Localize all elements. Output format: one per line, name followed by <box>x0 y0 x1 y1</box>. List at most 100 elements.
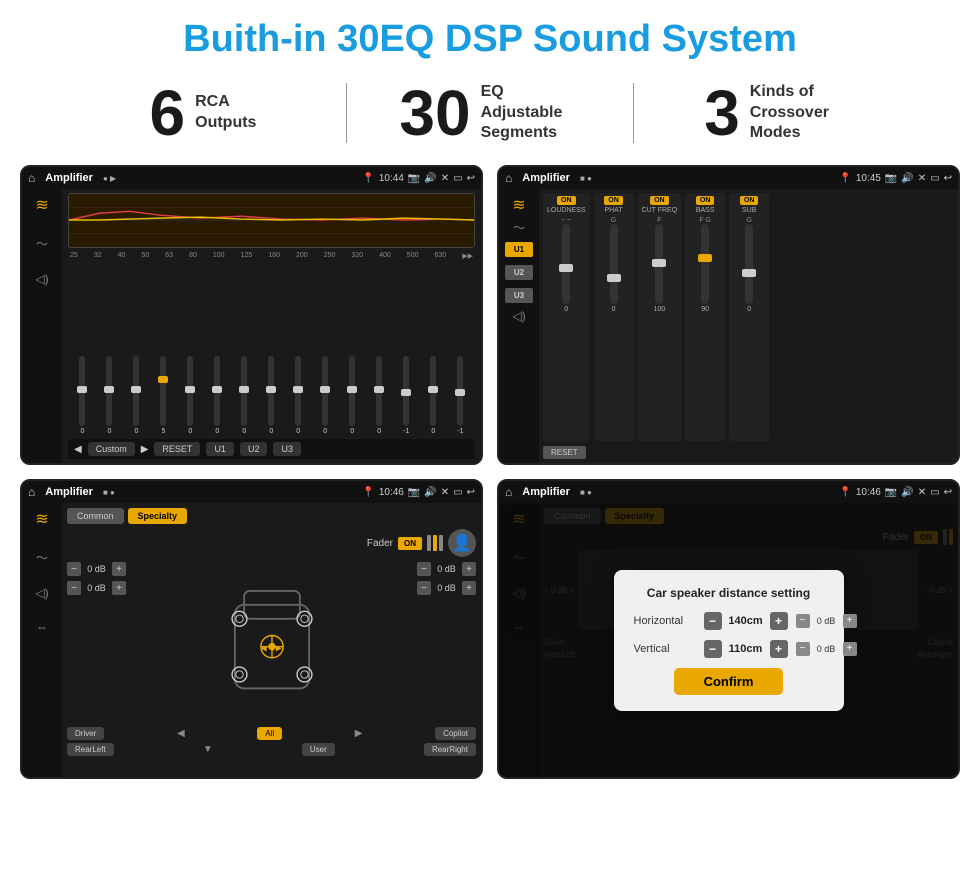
eq-slider-5: 0 <box>214 356 220 435</box>
fader-left-arrow-icon[interactable]: ◀ <box>177 728 185 739</box>
amp-cutfreq-channel: ON CUT FREQ F 100 <box>638 193 682 441</box>
eq-wave-icon[interactable]: 〜 <box>36 235 48 252</box>
fader-main: Common Specialty Fader ON 👤 <box>62 503 481 777</box>
dialog-horiz-db-plus[interactable]: + <box>843 614 857 628</box>
amp-u2-preset[interactable]: U2 <box>505 265 533 280</box>
amp-phat-on[interactable]: ON <box>604 196 623 205</box>
fader-tab-specialty[interactable]: Specialty <box>128 508 188 524</box>
svg-text:◀: ◀ <box>260 643 266 652</box>
amp-bass-on[interactable]: ON <box>696 196 715 205</box>
fader-speaker-icon[interactable]: ◁) <box>35 586 48 600</box>
dialog-location-icon: 📍 <box>839 487 851 498</box>
eq-left-sidebar: ≋ 〜 ◁) <box>22 189 62 463</box>
fader-home-icon[interactable]: ⌂ <box>28 485 35 499</box>
dialog-horizontal-label: Horizontal <box>634 615 704 627</box>
fader-on-btn[interactable]: ON <box>398 537 422 550</box>
eq-status-icons: 📍 10:44 📷 🔊 ✕ ▭ ↩ <box>362 173 475 184</box>
fader-back-icon[interactable]: ↩ <box>467 487 475 498</box>
amp-home-icon[interactable]: ⌂ <box>505 171 512 185</box>
fader-rl-plus[interactable]: + <box>112 581 126 595</box>
stat-eq-label: EQ AdjustableSegments <box>481 82 581 144</box>
dialog-confirm-button[interactable]: Confirm <box>674 668 784 695</box>
eq-tuner-icon[interactable]: ≋ <box>35 195 48 215</box>
dialog-rect-icon: ▭ <box>930 487 939 498</box>
eq-u3-btn[interactable]: U3 <box>273 442 301 456</box>
dialog-vert-db-minus[interactable]: − <box>796 642 810 656</box>
dialog-volume-icon: 🔊 <box>901 487 913 498</box>
eq-slider-0: 0 <box>79 356 85 435</box>
stat-crossover-label: Kinds ofCrossover Modes <box>750 82 850 144</box>
fader-user-btn[interactable]: User <box>302 743 335 756</box>
amp-speaker2-icon[interactable]: ◁) <box>512 309 525 323</box>
amp-reset-btn[interactable]: RESET <box>543 446 586 459</box>
eq-slider-9: 0 <box>322 356 328 435</box>
eq-play-icon[interactable]: ▶ <box>141 444 149 455</box>
amp-bass-label: BASS <box>696 207 715 214</box>
amp-controls-row: ON LOUDNESS ~~ 0 ON PHAT G <box>543 193 954 441</box>
amp-sub-slider[interactable] <box>745 224 753 304</box>
eq-freq-labels: 2532405063 80100125160200 25032040050063… <box>68 251 475 261</box>
fader-time: 10:46 <box>379 487 404 498</box>
fader-down-arrow-icon[interactable]: ▼ <box>203 744 213 755</box>
amp-sub-on[interactable]: ON <box>740 196 759 205</box>
dialog-vert-db-plus[interactable]: + <box>843 642 857 656</box>
fader-tab-common[interactable]: Common <box>67 508 124 524</box>
fader-rr-minus[interactable]: − <box>417 581 431 595</box>
eq-speaker-icon[interactable]: ◁) <box>35 272 48 286</box>
amp-cutfreq-on[interactable]: ON <box>650 196 669 205</box>
fader-fl-value: 0 dB <box>84 564 109 574</box>
dialog-dots: ■ ● <box>580 488 592 497</box>
dialog-home-icon[interactable]: ⌂ <box>505 485 512 499</box>
amp-camera-icon: 📷 <box>885 173 897 184</box>
eq-custom-btn[interactable]: Custom <box>88 442 135 456</box>
fader-fr-minus[interactable]: − <box>417 562 431 576</box>
amp-phat-channel: ON PHAT G 0 <box>594 193 634 441</box>
dialog-vertical-row: Vertical − 110cm + − 0 dB + <box>634 640 824 658</box>
amp-loudness-channel: ON LOUDNESS ~~ 0 <box>543 193 590 441</box>
fader-all-btn[interactable]: All <box>257 727 282 740</box>
fader-right-arrow-icon[interactable]: ▶ <box>355 728 363 739</box>
fader-copilot-btn[interactable]: Copilot <box>435 727 476 740</box>
dialog-vertical-plus[interactable]: + <box>770 640 788 658</box>
dialog-app-name: Amplifier <box>522 486 570 498</box>
dialog-horizontal-minus[interactable]: − <box>704 612 722 630</box>
fader-volume-icon: 🔊 <box>424 487 436 498</box>
amp-loudness-slider[interactable] <box>562 224 570 304</box>
fader-rearright-btn[interactable]: RearRight <box>424 743 476 756</box>
amp-back-icon[interactable]: ↩ <box>944 173 952 184</box>
amp-u1-preset[interactable]: U1 <box>505 242 533 257</box>
fader-fl-minus[interactable]: − <box>67 562 81 576</box>
fader-driver-btn[interactable]: Driver <box>67 727 104 740</box>
fader-fl-plus[interactable]: + <box>112 562 126 576</box>
amp-cutfreq-slider[interactable] <box>655 224 663 304</box>
fader-tuner-icon[interactable]: ≋ <box>35 509 48 529</box>
fader-rr-plus[interactable]: + <box>462 581 476 595</box>
fader-avatar-icon[interactable]: 👤 <box>448 529 476 557</box>
amp-bass-slider[interactable] <box>701 224 709 304</box>
dialog-vertical-minus[interactable]: − <box>704 640 722 658</box>
dialog-horiz-db-minus[interactable]: − <box>796 614 810 628</box>
fader-rearleft-btn[interactable]: RearLeft <box>67 743 114 756</box>
amp-sub-label: SUB <box>742 207 756 214</box>
eq-prev-icon[interactable]: ◀ <box>74 444 82 455</box>
fader-wave-icon[interactable]: 〜 <box>36 549 48 566</box>
amp-wave-icon[interactable]: 〜 <box>513 219 525 236</box>
dialog-back-icon[interactable]: ↩ <box>944 487 952 498</box>
fader-rect-icon: ▭ <box>453 487 462 498</box>
eq-back-icon[interactable]: ↩ <box>467 173 475 184</box>
fader-fr-plus[interactable]: + <box>462 562 476 576</box>
dialog-horizontal-plus[interactable]: + <box>770 612 788 630</box>
eq-home-icon[interactable]: ⌂ <box>28 171 35 185</box>
eq-volume-icon: 🔊 <box>424 173 436 184</box>
fader-car-diagram: ◀ ▶ <box>132 562 411 722</box>
eq-u2-btn[interactable]: U2 <box>240 442 268 456</box>
eq-u1-btn[interactable]: U1 <box>206 442 234 456</box>
amp-tuner-icon[interactable]: ≋ <box>512 195 525 215</box>
amp-phat-slider[interactable] <box>610 224 618 304</box>
eq-reset-btn[interactable]: RESET <box>154 442 200 456</box>
fader-rl-minus[interactable]: − <box>67 581 81 595</box>
amp-u3-preset[interactable]: U3 <box>505 288 533 303</box>
amp-loudness-on[interactable]: ON <box>557 196 576 205</box>
fader-arrows-icon[interactable]: ⇔ <box>36 620 48 634</box>
fader-rl-value: 0 dB <box>84 583 109 593</box>
